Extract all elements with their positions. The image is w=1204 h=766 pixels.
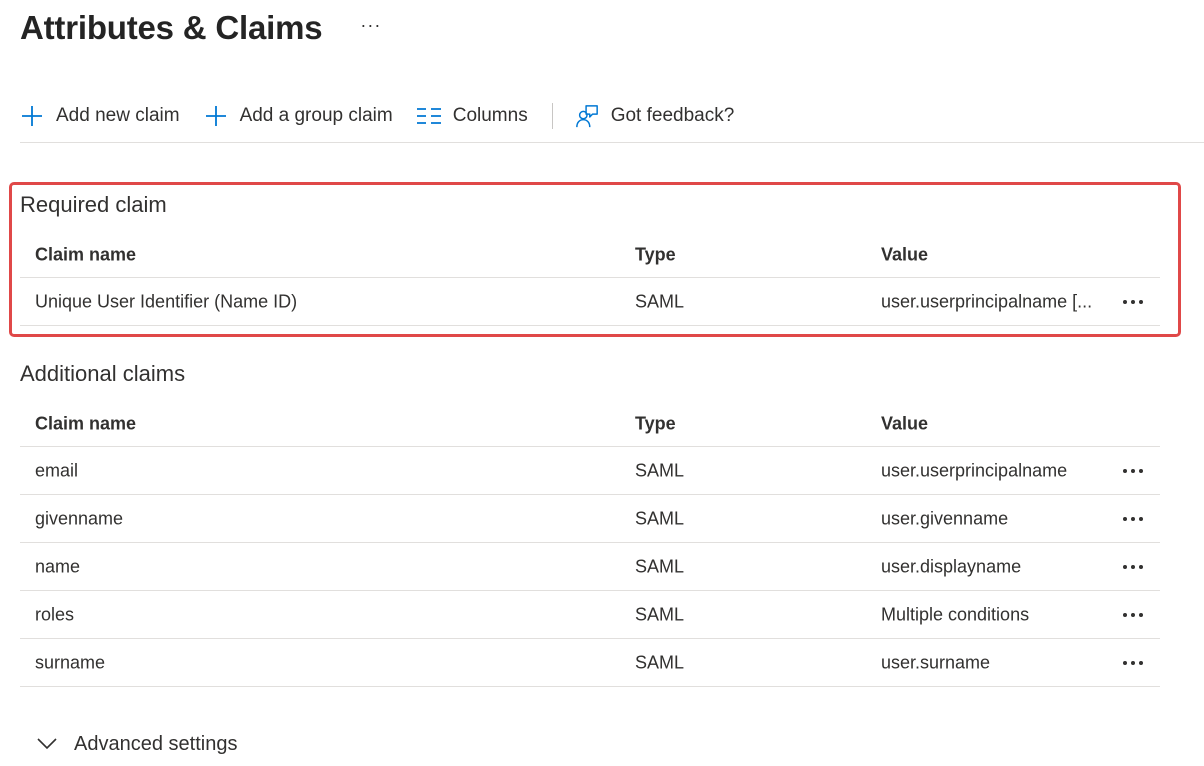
required-claim-title: Required claim: [20, 192, 167, 217]
claim-name[interactable]: givenname: [35, 508, 123, 529]
claim-name[interactable]: email: [35, 460, 78, 481]
required-claim-table: Claim name Type Value Unique User Identi…: [20, 232, 1160, 326]
claim-type: SAML: [635, 556, 685, 576]
command-bar: Add new claim Add a group claim Columns …: [20, 96, 1204, 136]
more-icon[interactable]: [1118, 651, 1148, 675]
columns-icon: [416, 104, 441, 128]
add-icon: [20, 104, 44, 128]
claim-type: SAML: [635, 604, 685, 624]
more-icon[interactable]: [1118, 290, 1148, 314]
claim-value: user.givenname: [881, 508, 1009, 528]
claim-type: SAML: [635, 652, 685, 672]
add-new-claim-button[interactable]: Add new claim: [20, 96, 180, 136]
add-group-claim-label: Add a group claim: [239, 105, 393, 126]
chevron-down-icon: [36, 733, 58, 755]
column-header-type[interactable]: Type: [635, 244, 676, 265]
table-row[interactable]: Unique User Identifier (Name ID) SAML us…: [20, 278, 1160, 326]
table-header-row: Claim name Type Value: [20, 232, 1160, 278]
claim-value: Multiple conditions: [881, 604, 1030, 624]
advanced-settings-label: Advanced settings: [74, 732, 238, 755]
claim-type: SAML: [635, 291, 685, 311]
column-header-value[interactable]: Value: [881, 413, 928, 434]
claim-type: SAML: [635, 508, 685, 528]
claim-name[interactable]: surname: [35, 652, 105, 673]
add-new-claim-label: Add new claim: [56, 105, 180, 126]
feedback-icon: [575, 104, 599, 128]
column-header-claim-name[interactable]: Claim name: [35, 244, 136, 265]
more-options-icon[interactable]: ···: [360, 15, 381, 36]
page-title: Attributes & Claims: [20, 9, 323, 46]
claim-value: user.displayname: [881, 556, 1022, 576]
table-row[interactable]: name SAML user.displayname: [20, 543, 1160, 591]
claim-name[interactable]: Unique User Identifier (Name ID): [35, 291, 297, 312]
claim-value: user.userprincipalname: [881, 460, 1068, 480]
claim-value: user.userprincipalname [...: [881, 291, 1093, 311]
claim-type: SAML: [635, 460, 685, 480]
additional-claims-table: Claim name Type Value email SAML user.us…: [20, 401, 1160, 687]
more-icon[interactable]: [1118, 603, 1148, 627]
claim-value: user.surname: [881, 652, 991, 672]
table-row[interactable]: email SAML user.userprincipalname: [20, 447, 1160, 495]
add-icon: [204, 104, 228, 128]
advanced-settings-toggle[interactable]: Advanced settings: [36, 728, 237, 760]
toolbar-bottom-divider: [20, 142, 1204, 143]
table-row[interactable]: roles SAML Multiple conditions: [20, 591, 1160, 639]
column-header-value[interactable]: Value: [881, 244, 928, 265]
more-icon[interactable]: [1118, 459, 1148, 483]
feedback-label: Got feedback?: [610, 105, 735, 126]
table-row[interactable]: givenname SAML user.givenname: [20, 495, 1160, 543]
add-group-claim-button[interactable]: Add a group claim: [204, 96, 393, 136]
columns-button[interactable]: Columns: [416, 96, 528, 136]
table-row[interactable]: surname SAML user.surname: [20, 639, 1160, 687]
claim-name[interactable]: name: [35, 556, 80, 577]
more-icon[interactable]: [1118, 507, 1148, 531]
feedback-button[interactable]: Got feedback?: [575, 96, 735, 136]
column-header-type[interactable]: Type: [635, 413, 676, 434]
more-icon[interactable]: [1118, 555, 1148, 579]
additional-claims-title: Additional claims: [20, 361, 186, 386]
table-header-row: Claim name Type Value: [20, 401, 1160, 447]
claim-name[interactable]: roles: [35, 604, 74, 625]
columns-label: Columns: [452, 105, 528, 126]
column-header-claim-name[interactable]: Claim name: [35, 413, 136, 434]
page-header: Attributes & Claims ···: [20, 6, 381, 50]
toolbar-divider: [551, 103, 553, 129]
